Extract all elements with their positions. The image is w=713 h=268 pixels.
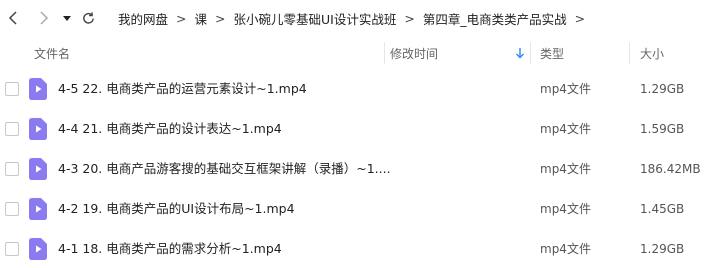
- breadcrumb: 我的网盘 > 课 > 张小碗儿零基础UI设计实战班 > 第四章_电商类类产品实战…: [118, 0, 593, 36]
- file-size: 1.45GB: [640, 202, 685, 216]
- file-row[interactable]: 4-2 19. 电商类产品的UI设计布局~1.mp4 mp4文件 1.45GB: [0, 189, 713, 229]
- column-header-modified[interactable]: 修改时间: [390, 38, 438, 68]
- refresh-icon: [82, 11, 94, 24]
- refresh-button[interactable]: [79, 9, 97, 27]
- breadcrumb-separator: >: [215, 10, 226, 26]
- file-type: mp4文件: [540, 82, 591, 96]
- breadcrumb-item-chapter[interactable]: 第四章_电商类类产品实战: [423, 9, 567, 28]
- breadcrumb-item-class[interactable]: 张小碗儿零基础UI设计实战班: [234, 9, 397, 28]
- video-file-icon: [29, 238, 47, 260]
- file-row[interactable]: 4-1 18. 电商类产品的需求分析~1.mp4 mp4文件 1.29GB: [0, 229, 713, 268]
- sort-down-arrow-icon[interactable]: [515, 47, 525, 59]
- breadcrumb-separator: >: [176, 10, 187, 26]
- column-divider[interactable]: [629, 42, 630, 64]
- column-header-name[interactable]: 文件名: [34, 38, 70, 68]
- back-button[interactable]: [5, 9, 23, 27]
- file-size: 1.29GB: [640, 82, 685, 96]
- file-row[interactable]: 4-3 20. 电商产品游客搜的基础交互框架讲解（录播）~1.... mp4文件…: [0, 149, 713, 189]
- breadcrumb-item-my-drive[interactable]: 我的网盘: [118, 9, 168, 28]
- video-file-icon: [29, 78, 47, 100]
- video-file-icon: [29, 118, 47, 140]
- chevron-right-icon: [40, 11, 49, 25]
- file-size: 1.29GB: [640, 242, 685, 256]
- row-checkbox[interactable]: [5, 122, 19, 136]
- row-checkbox[interactable]: [5, 202, 19, 216]
- file-type: mp4文件: [540, 122, 591, 136]
- video-file-icon: [29, 158, 47, 180]
- breadcrumb-separator[interactable]: >: [575, 11, 585, 26]
- file-type: mp4文件: [540, 162, 591, 176]
- row-checkbox[interactable]: [5, 162, 19, 176]
- video-file-icon: [29, 198, 47, 220]
- breadcrumb-separator: >: [404, 10, 415, 26]
- forward-button[interactable]: [34, 9, 52, 27]
- column-divider[interactable]: [384, 42, 385, 64]
- breadcrumb-item-course[interactable]: 课: [195, 9, 208, 28]
- caret-down-icon: [63, 16, 71, 21]
- file-name[interactable]: 4-3 20. 电商产品游客搜的基础交互框架讲解（录播）~1....: [58, 149, 391, 189]
- file-type: mp4文件: [540, 202, 591, 216]
- history-dropdown-button[interactable]: [58, 9, 76, 27]
- file-row[interactable]: 4-4 21. 电商类产品的设计表达~1.mp4 mp4文件 1.59GB: [0, 109, 713, 149]
- column-header-type[interactable]: 类型: [540, 38, 564, 68]
- file-name[interactable]: 4-2 19. 电商类产品的UI设计布局~1.mp4: [58, 189, 295, 229]
- column-header-size[interactable]: 大小: [640, 38, 664, 68]
- file-name[interactable]: 4-4 21. 电商类产品的设计表达~1.mp4: [58, 109, 282, 149]
- file-type: mp4文件: [540, 242, 591, 256]
- file-size: 1.59GB: [640, 122, 685, 136]
- file-size: 186.42MB: [640, 162, 701, 176]
- row-checkbox[interactable]: [5, 82, 19, 96]
- file-name[interactable]: 4-1 18. 电商类产品的需求分析~1.mp4: [58, 229, 282, 268]
- navigation-bar: 我的网盘 > 课 > 张小碗儿零基础UI设计实战班 > 第四章_电商类类产品实战…: [0, 0, 713, 36]
- row-checkbox[interactable]: [5, 242, 19, 256]
- file-list-header: 文件名 修改时间 类型 大小: [0, 38, 713, 68]
- chevron-left-icon: [8, 11, 17, 25]
- column-divider[interactable]: [530, 42, 531, 64]
- file-name[interactable]: 4-5 22. 电商类产品的运营元素设计~1.mp4: [58, 69, 307, 109]
- file-row[interactable]: 4-5 22. 电商类产品的运营元素设计~1.mp4 mp4文件 1.29GB: [0, 69, 713, 109]
